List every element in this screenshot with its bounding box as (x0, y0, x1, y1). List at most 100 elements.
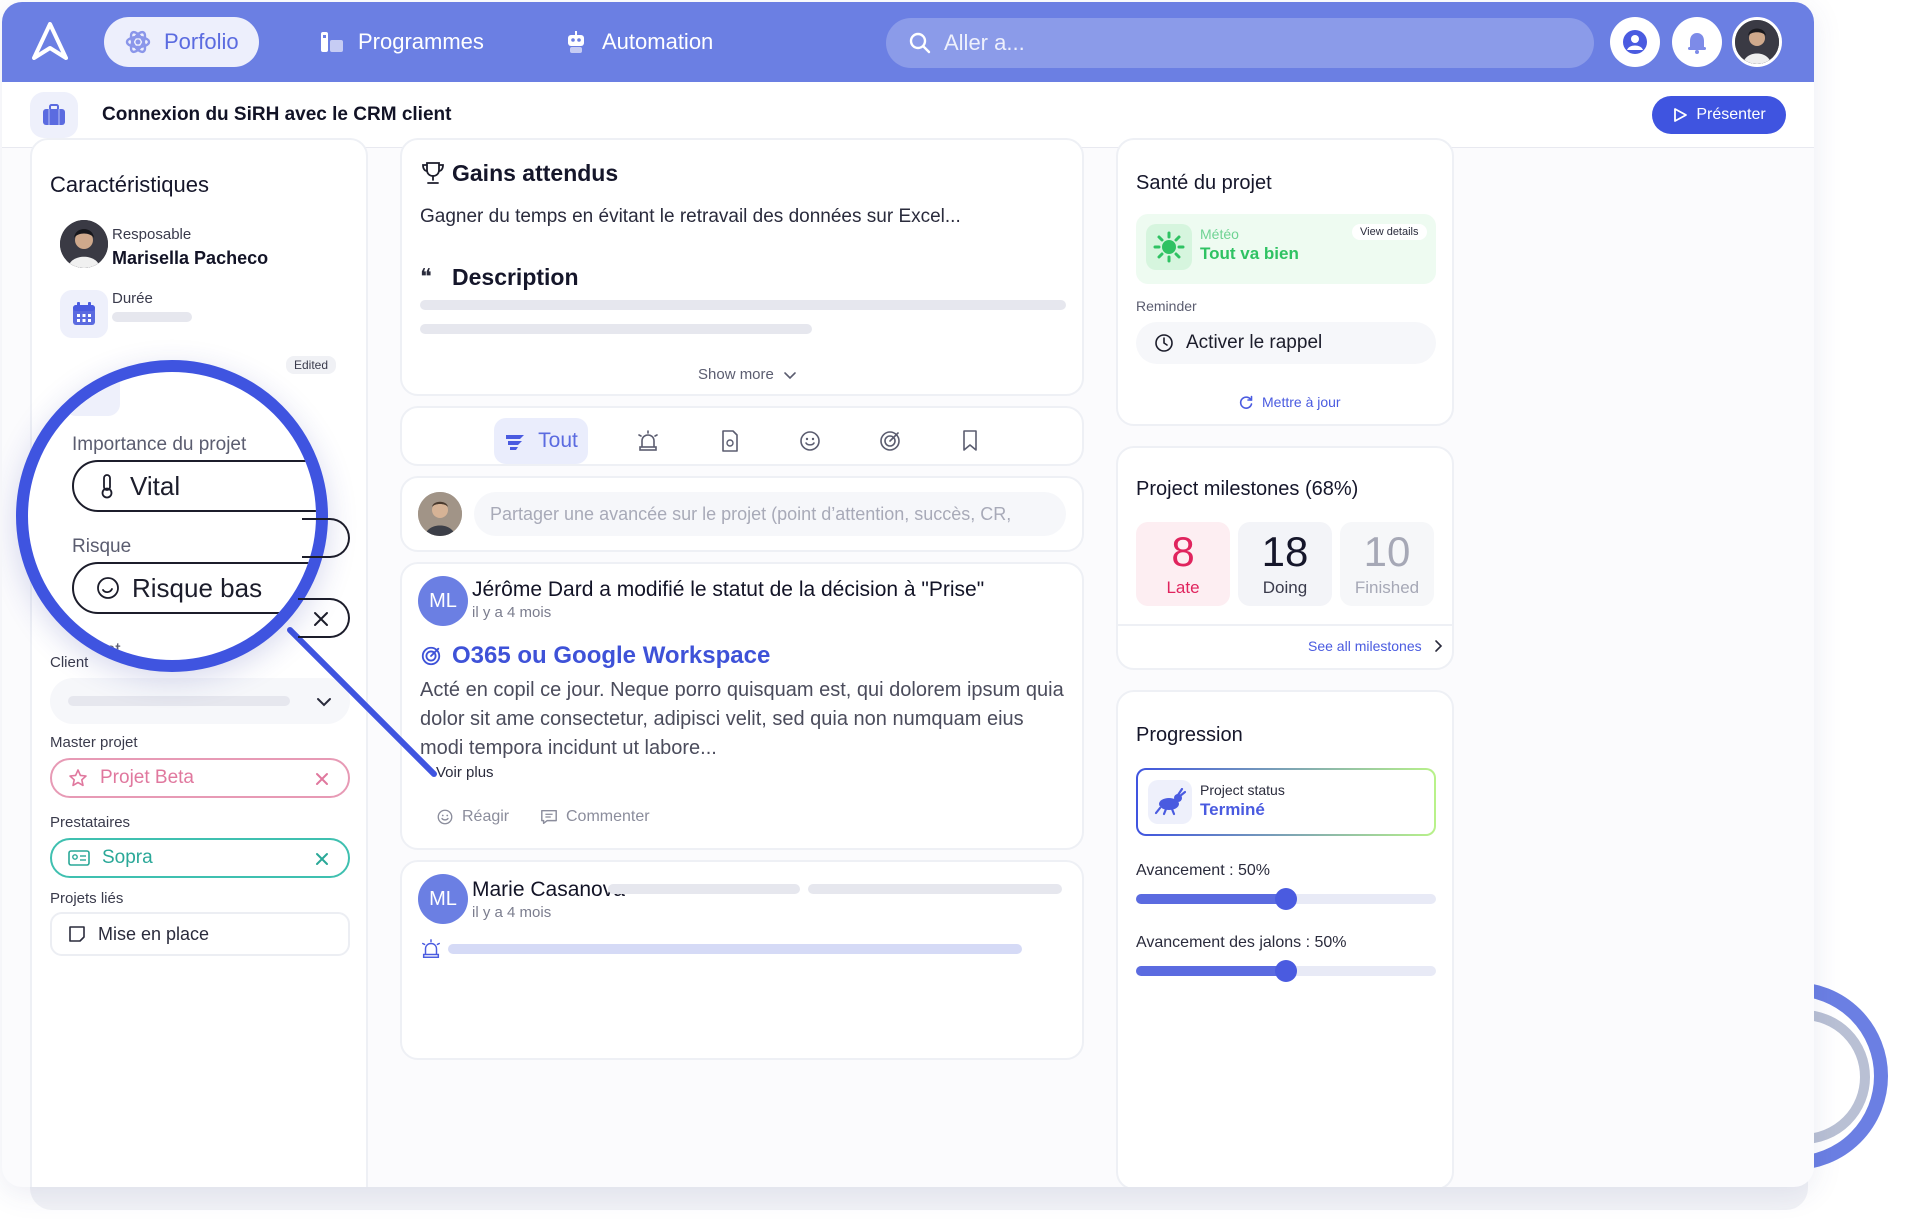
avancement-fill (1136, 894, 1286, 904)
close-icon[interactable] (312, 610, 330, 628)
feed-filter-bar: Tout (400, 406, 1084, 466)
duree-label: Durée (112, 290, 153, 307)
jalons-handle[interactable] (1275, 960, 1297, 982)
show-more-label: Show more (698, 366, 774, 383)
briefcase-icon (43, 104, 65, 125)
responsable-label: Resposable (112, 226, 192, 243)
user-button[interactable] (1610, 17, 1660, 67)
panel-title: Progression (1136, 724, 1243, 746)
milestone-finished-label: Finished (1354, 578, 1420, 597)
master-projet-label: Master projet (50, 734, 138, 751)
feed-item: ML Jérôme Dard a modifié le statut de la… (400, 562, 1084, 850)
comment-label: Commenter (566, 808, 650, 825)
siren-icon (638, 430, 658, 451)
filter-tab-alerts[interactable] (626, 418, 670, 464)
milestone-finished[interactable]: 10 Finished (1340, 522, 1434, 606)
filter-tab-documents[interactable] (708, 418, 752, 464)
smiley-icon (437, 809, 453, 825)
search-icon (909, 32, 931, 54)
app-window: Porfolio Programmes Automation Aller a..… (2, 2, 1814, 1187)
risque-field[interactable]: Risque bas (72, 562, 316, 614)
chart-icon (321, 32, 343, 52)
search-bar[interactable] (886, 18, 1594, 68)
importance-field[interactable]: Vital (72, 460, 316, 512)
decision-title: O365 ou Google Workspace (452, 642, 771, 669)
status-icon-box (1148, 780, 1192, 824)
gains-title: Gains attendus (452, 160, 619, 186)
prestataire-tag[interactable]: Sopra (50, 838, 350, 878)
view-details-badge[interactable]: View details (1352, 224, 1427, 240)
clock-icon (1155, 334, 1173, 352)
feed-item: ML Marie Casanova il y a 4 mois (400, 860, 1084, 1060)
siren-icon (422, 939, 440, 958)
nav-item-portfolio[interactable]: Porfolio (104, 17, 259, 67)
reminder-button[interactable]: Activer le rappel (1136, 322, 1436, 364)
meteo-card[interactable]: Météo Tout va bien View details (1136, 214, 1436, 284)
comment-button[interactable]: Commenter (540, 808, 650, 826)
stage: Porfolio Programmes Automation Aller a..… (0, 0, 1920, 1219)
jalons-slider[interactable] (1136, 960, 1436, 982)
nav-item-programmes[interactable]: Programmes (298, 17, 504, 67)
projet-lie-value: Mise en place (98, 923, 210, 944)
composer-placeholder: Partager une avancée sur le projet (poin… (490, 503, 1012, 524)
title-skeleton (808, 884, 1062, 894)
responsable-name: Marisella Pacheco (112, 248, 269, 268)
present-button[interactable]: Présenter (1652, 96, 1786, 134)
lens-field-edge (302, 518, 350, 558)
avancement-handle[interactable] (1275, 888, 1297, 910)
meteo-value: Tout va bien (1200, 244, 1299, 263)
risque-label: Risque (72, 536, 132, 557)
composer-panel: Partager une avancée sur le projet (poin… (400, 476, 1084, 552)
show-more-link[interactable]: Show more (698, 366, 798, 383)
filter-tab-all[interactable]: Tout (494, 418, 588, 464)
projets-lies-label: Projets liés (50, 890, 124, 907)
prestataire-value: Sopra (102, 847, 153, 868)
avatar-photo-icon (1735, 20, 1779, 64)
profile-avatar[interactable] (1732, 17, 1782, 67)
react-label: Réagir (462, 808, 510, 825)
importance-label: Importance du projet (72, 434, 247, 455)
avatar-photo-icon (418, 492, 462, 536)
master-projet-value: Projet Beta (100, 767, 194, 788)
react-button[interactable]: Réagir (436, 808, 509, 826)
comment-icon (541, 809, 557, 825)
top-navigation: Porfolio Programmes Automation Aller a..… (2, 2, 1814, 82)
author-avatar: ML (418, 874, 468, 924)
milestone-doing[interactable]: 18 Doing (1238, 522, 1332, 606)
reminder-button-label: Activer le rappel (1186, 332, 1323, 353)
search-input[interactable] (944, 30, 1544, 56)
see-all-milestones-link[interactable]: See all milestones (1308, 638, 1446, 654)
target-icon (880, 431, 900, 451)
duree-icon-box (60, 290, 108, 338)
atom-icon (125, 30, 151, 54)
update-link[interactable]: Mettre à jour (1238, 394, 1341, 410)
avancement-slider[interactable] (1136, 888, 1436, 910)
filter-tab-bookmarks[interactable] (948, 418, 992, 464)
filter-tab-decisions[interactable] (868, 418, 912, 464)
nav-item-automation[interactable]: Automation (542, 17, 733, 67)
notifications-button[interactable] (1672, 17, 1722, 67)
milestone-doing-count: 18 (1261, 528, 1309, 575)
panel-title: Santé du projet (1136, 172, 1272, 194)
logo-icon[interactable] (32, 22, 68, 60)
filter-tab-reactions[interactable] (788, 418, 832, 464)
project-status-card[interactable]: Project status Terminé (1136, 768, 1436, 836)
gains-panel: Gains attendus Gagner du temps en évitan… (400, 138, 1084, 396)
feed-item-time: il y a 4 mois (472, 604, 552, 621)
lens-field-edge (298, 598, 350, 638)
importance-value: Vital (130, 470, 181, 501)
milestone-finished-count: 10 (1363, 528, 1411, 575)
chevron-right-icon (1434, 640, 1442, 652)
decision-link[interactable]: O365 ou Google Workspace (420, 642, 770, 670)
progression-panel: Progression Project status Terminé Avanc… (1116, 690, 1454, 1187)
present-label: Présenter (1696, 106, 1766, 123)
rabbit-icon (1154, 788, 1186, 816)
chevron-down-icon (784, 371, 796, 379)
projet-lie-item[interactable]: Mise en place (50, 912, 350, 956)
feed-item-time: il y a 4 mois (472, 904, 552, 921)
jalons-fill (1136, 966, 1286, 976)
milestone-late[interactable]: 8 Late (1136, 522, 1230, 606)
remove-icon[interactable] (312, 849, 332, 869)
play-icon (1674, 108, 1688, 122)
composer-input[interactable]: Partager une avancée sur le projet (poin… (474, 492, 1066, 536)
